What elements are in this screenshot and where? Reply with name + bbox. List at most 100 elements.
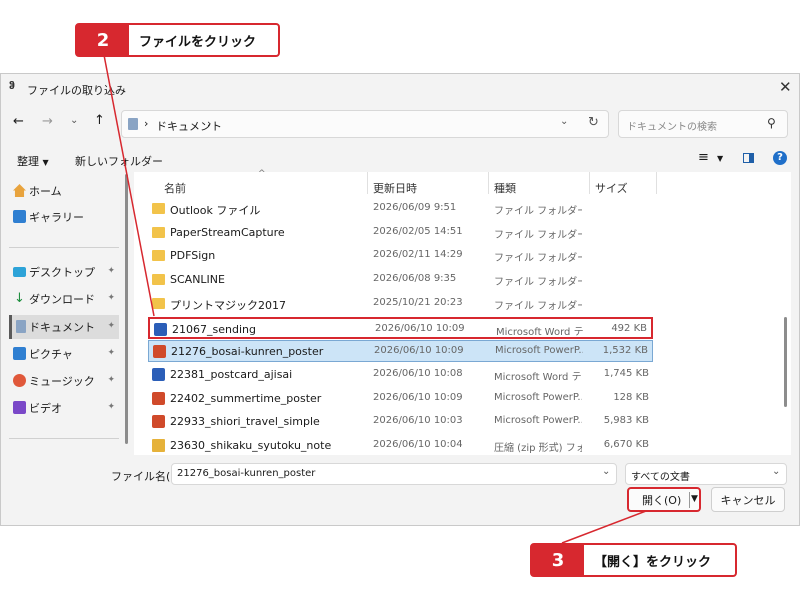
cancel-button[interactable]: キャンセル — [711, 487, 785, 512]
file-row[interactable]: 21276_bosai-kunren_poster 2026/06/10 10:0… — [148, 340, 653, 363]
desktop-icon — [13, 267, 26, 277]
file-name: 22381_postcard_ajisai — [170, 367, 293, 381]
filename-dropdown-icon[interactable]: ⌄ — [602, 466, 610, 477]
sidebar-item-music[interactable]: ミュージック ✦ — [9, 369, 119, 393]
file-row[interactable]: Outlook ファイル 2026/06/09 9:51 ファイル フォルダー — [148, 198, 653, 220]
sidebar-item-label: ホーム — [29, 185, 62, 198]
file-row[interactable]: 21067_sending 2026/06/10 10:09 Microsoft W… — [148, 316, 653, 339]
home-icon — [13, 184, 26, 197]
open-dropdown-icon[interactable]: ▼ — [691, 494, 698, 504]
title-bar: ჵ ファイルの取り込み ✕ — [1, 74, 799, 102]
breadcrumb-chevron-icon[interactable]: › — [207, 117, 211, 130]
sidebar-item-documents[interactable]: ドキュメント ✦ — [9, 315, 119, 339]
file-type-dropdown-icon[interactable]: ⌄ — [772, 466, 780, 477]
sidebar-item-gallery[interactable]: ギャラリー — [9, 205, 119, 229]
forward-arrow-icon[interactable]: → — [42, 114, 53, 129]
powerpoint-file-icon — [153, 345, 166, 359]
file-row[interactable]: 22381_postcard_ajisai 2026/06/10 10:08 Mic… — [148, 364, 653, 386]
view-menu-icon[interactable]: ≡ — [698, 150, 709, 165]
pin-icon: ✦ — [107, 348, 115, 358]
refresh-icon[interactable]: ↻ — [588, 115, 599, 130]
breadcrumb-documents[interactable]: ドキュメント — [156, 118, 222, 134]
file-name: 21276_bosai-kunren_poster — [171, 345, 324, 359]
help-icon[interactable]: ? — [773, 151, 787, 165]
new-folder-button[interactable]: 新しいフォルダー — [75, 153, 163, 169]
folder-icon — [152, 274, 165, 286]
preview-pane-icon[interactable] — [743, 153, 754, 163]
file-size: 6,670 KB — [603, 439, 649, 450]
pin-icon: ✦ — [107, 266, 115, 276]
sidebar-item-videos[interactable]: ビデオ ✦ — [9, 396, 119, 420]
file-row[interactable]: 22933_shiori_travel_simple 2026/06/10 10:… — [148, 411, 653, 433]
file-row[interactable]: 22402_summertime_poster 2026/06/10 10:09 M… — [148, 388, 653, 410]
close-icon[interactable]: ✕ — [779, 78, 792, 96]
column-header-name[interactable]: 名前 — [164, 180, 186, 196]
search-icon[interactable]: ⚲ — [767, 116, 776, 130]
file-date: 2026/06/10 10:09 — [373, 391, 463, 403]
up-arrow-icon[interactable]: ↑ — [94, 113, 105, 128]
view-dropdown-icon[interactable]: ▼ — [717, 154, 723, 163]
sidebar-item-desktop[interactable]: デスクトップ ✦ — [9, 260, 119, 284]
sidebar-item-home[interactable]: ホーム — [9, 179, 119, 203]
open-button[interactable]: 開く(O) ▼ — [627, 487, 701, 512]
file-type: Microsoft PowerP... — [494, 391, 582, 403]
file-size: 5,983 KB — [603, 415, 649, 427]
organize-label: 整理 — [17, 155, 39, 168]
file-name: PaperStreamCapture — [170, 225, 285, 239]
filename-input[interactable]: 21276_bosai-kunren_poster ⌄ — [171, 463, 617, 485]
column-divider — [656, 172, 657, 194]
search-box[interactable]: ドキュメントの検索 ⚲ — [618, 110, 788, 138]
recent-chevron-down-icon[interactable]: ⌄ — [70, 115, 78, 126]
file-date: 2026/06/09 9:51 — [373, 202, 457, 213]
pin-icon: ✦ — [107, 402, 115, 412]
documents-icon — [16, 320, 26, 333]
file-type: ファイル フォルダー — [494, 300, 582, 312]
breadcrumb-separator-icon: › — [144, 117, 149, 130]
sidebar-item-label: ギャラリー — [29, 211, 84, 224]
gallery-icon — [13, 210, 26, 223]
documents-icon — [128, 118, 138, 130]
pictures-icon — [13, 347, 26, 360]
file-row[interactable]: PaperStreamCapture 2026/02/05 14:51 ファイル フ… — [148, 222, 653, 244]
back-arrow-icon[interactable]: ← — [13, 114, 24, 129]
sidebar-item-downloads[interactable]: ↓ ダウンロード ✦ — [9, 287, 119, 311]
music-icon — [13, 374, 26, 387]
file-type: ファイル フォルダー — [494, 277, 582, 289]
file-type: Microsoft Word テ... — [496, 326, 584, 338]
word-file-icon — [152, 367, 165, 381]
sidebar-divider — [9, 438, 119, 439]
vertical-scrollbar[interactable] — [784, 317, 787, 407]
file-size: 1,745 KB — [603, 367, 649, 379]
callout-step-2: 2 ファイルをクリック — [75, 23, 280, 57]
column-header-size[interactable]: サイズ — [595, 180, 628, 196]
column-divider — [589, 172, 590, 194]
column-header-type[interactable]: 種類 — [494, 180, 516, 196]
file-type: Microsoft PowerP... — [494, 415, 582, 427]
sidebar-item-pictures[interactable]: ピクチャ ✦ — [9, 342, 119, 366]
file-name: Outlook ファイル — [170, 204, 261, 217]
chevron-down-icon: ▼ — [42, 158, 49, 167]
file-date: 2026/06/10 10:04 — [373, 439, 463, 450]
sidebar-scrollbar[interactable] — [125, 174, 128, 444]
file-type-select[interactable]: すべての文書 ⌄ — [625, 463, 787, 485]
address-bar[interactable]: › ドキュメント › ⌄ ↻ — [121, 110, 609, 138]
file-name: SCANLINE — [170, 273, 225, 287]
path-dropdown-icon[interactable]: ⌄ — [560, 116, 568, 127]
search-input[interactable]: ドキュメントの検索 — [627, 118, 717, 133]
file-row[interactable]: プリントマジック2017 2025/10/21 20:23 ファイル フォルダー — [148, 293, 653, 315]
file-row[interactable]: PDFSign 2026/02/11 14:29 ファイル フォルダー — [148, 245, 653, 267]
download-icon: ↓ — [14, 291, 25, 306]
sidebar-item-label: ビデオ — [29, 402, 62, 415]
organize-button[interactable]: 整理 ▼ — [17, 153, 49, 169]
callout-step-3: 3 【開く】をクリック — [530, 543, 737, 577]
file-name: プリントマジック2017 — [170, 298, 286, 312]
file-row[interactable]: 23630_shikaku_syutoku_note 2026/06/10 10:… — [148, 435, 653, 457]
open-button-label: 開く(O) — [642, 493, 682, 507]
file-name: PDFSign — [170, 249, 216, 263]
file-date: 2026/02/05 14:51 — [373, 225, 463, 237]
file-date: 2025/10/21 20:23 — [373, 296, 463, 308]
file-date: 2026/06/10 10:09 — [374, 345, 464, 357]
column-header-date[interactable]: 更新日時 — [373, 180, 417, 196]
pin-icon: ✦ — [107, 375, 115, 385]
file-row[interactable]: SCANLINE 2026/06/08 9:35 ファイル フォルダー — [148, 269, 653, 291]
